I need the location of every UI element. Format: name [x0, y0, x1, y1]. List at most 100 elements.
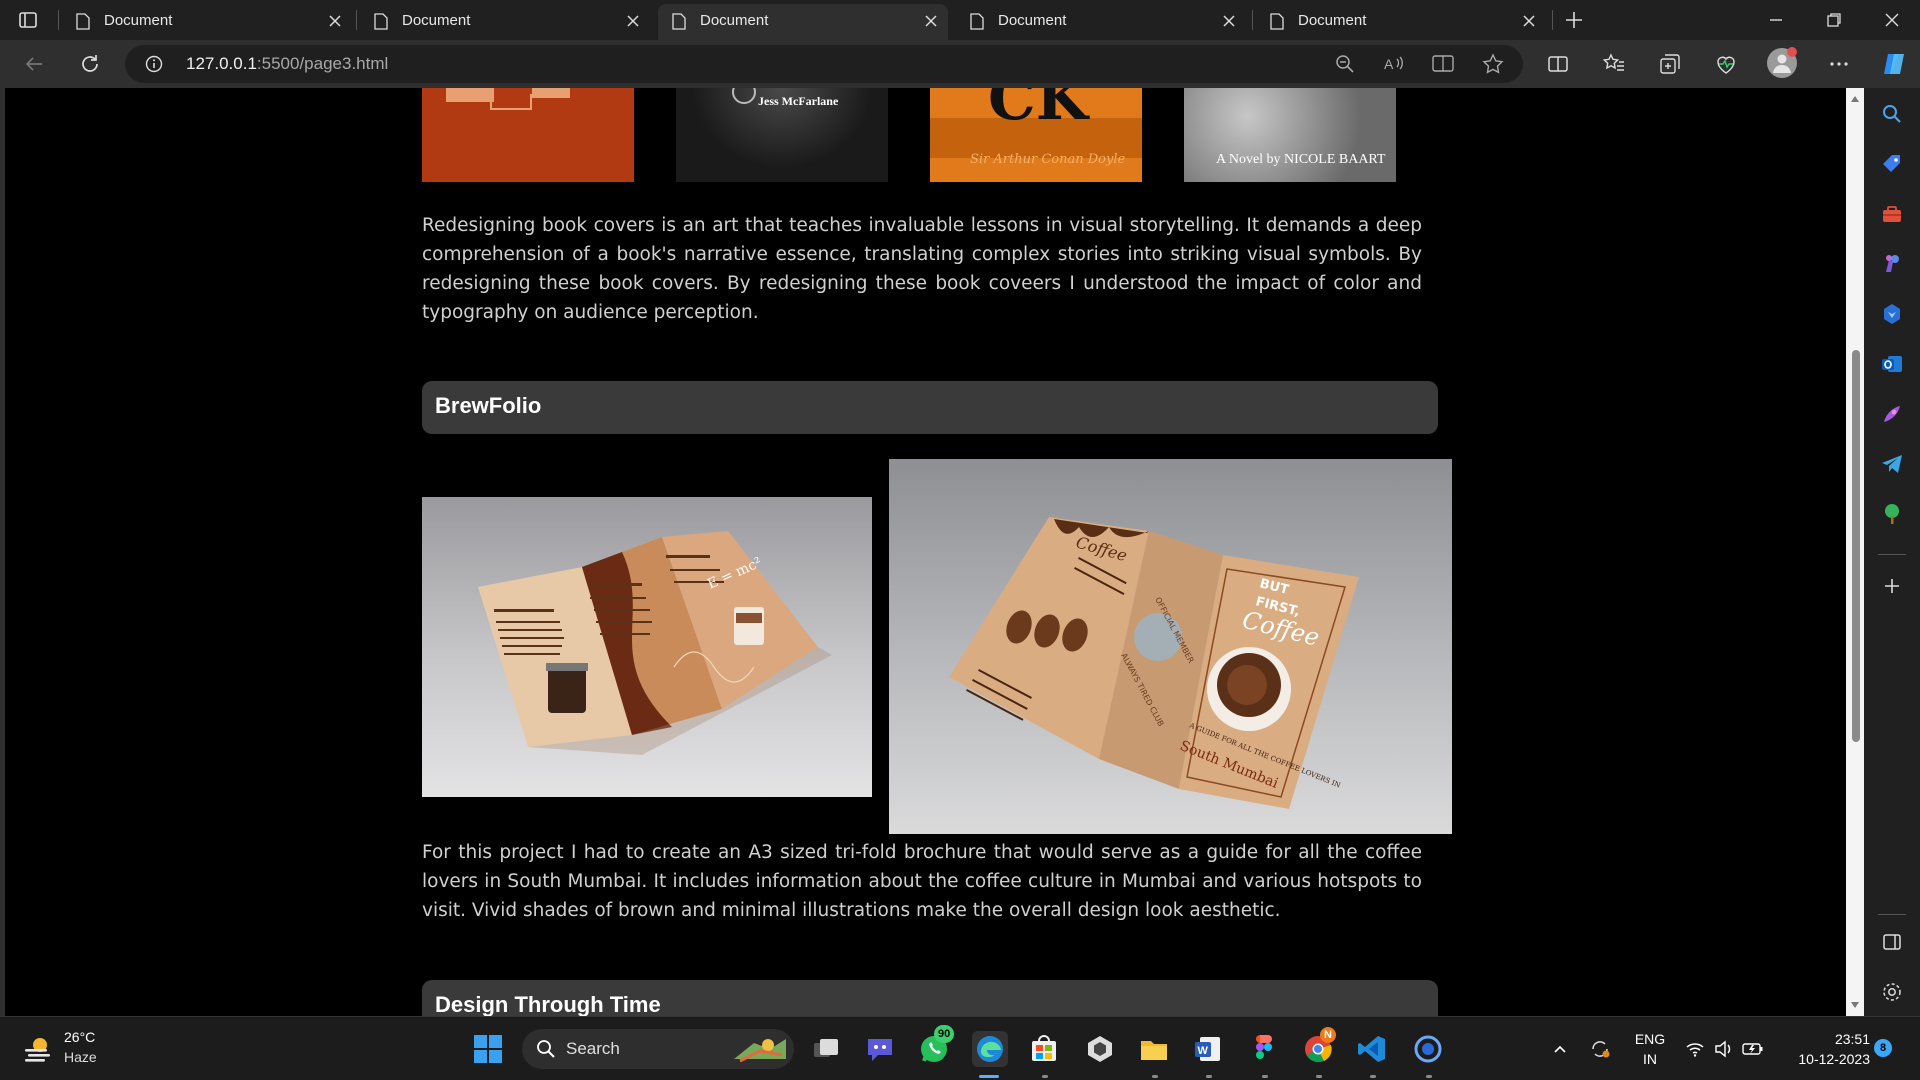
close-tab-icon[interactable]: [1222, 14, 1236, 28]
notification-dot: [1787, 47, 1797, 57]
microsoft-store-icon[interactable]: [1028, 1033, 1060, 1065]
page-scrollbar[interactable]: [1846, 88, 1864, 1016]
close-window-icon[interactable]: [1880, 8, 1904, 32]
clock-time[interactable]: 23:51: [1778, 1031, 1870, 1047]
windows-taskbar: 26°C Haze Search 90 W N ENG IN 23:51 10-…: [0, 1016, 1920, 1080]
tab-title: Document: [104, 12, 173, 29]
profile-avatar[interactable]: [1767, 47, 1797, 78]
search-icon: [537, 1040, 555, 1058]
copilot-sidebar-icon[interactable]: [1880, 302, 1904, 326]
telegram-icon[interactable]: [1880, 452, 1904, 476]
favorite-star-icon[interactable]: [1482, 53, 1504, 75]
close-tab-icon[interactable]: [1522, 14, 1536, 28]
windows-start-icon[interactable]: [472, 1033, 504, 1065]
address-bar[interactable]: 127.0.0.1:5500/page3.html A: [125, 45, 1523, 83]
show-hidden-icons-chevron-icon[interactable]: [1552, 1041, 1568, 1057]
shopping-tag-icon[interactable]: [1880, 152, 1904, 176]
browser-essentials-icon[interactable]: [1714, 52, 1738, 76]
task-view-icon[interactable]: [810, 1033, 842, 1065]
more-options-icon[interactable]: [1827, 52, 1851, 76]
page-viewport: Jess McFarlane CK Sir Arthur Conan Doyle…: [0, 88, 1864, 1016]
cover-graphic: [532, 88, 570, 98]
weather-widget[interactable]: 26°C Haze: [22, 1027, 142, 1071]
settings-gear-icon[interactable]: [1880, 980, 1904, 1004]
close-tab-icon[interactable]: [626, 14, 640, 28]
document-icon: [970, 13, 984, 30]
vscode-icon[interactable]: [1356, 1033, 1388, 1065]
scroll-down-arrow-icon[interactable]: [1850, 1000, 1860, 1010]
book-cover-1: [422, 88, 634, 182]
zoom-icon[interactable]: [1335, 54, 1355, 74]
close-tab-icon[interactable]: [328, 14, 342, 28]
section-heading-brewfolio: BrewFolio: [422, 381, 1438, 434]
svg-text:A: A: [1384, 56, 1394, 72]
book-cover-3: CK Sir Arthur Conan Doyle: [930, 88, 1142, 182]
unity-hub-icon[interactable]: [1084, 1033, 1116, 1065]
tab-title: Document: [1298, 12, 1367, 29]
tab-title: Document: [700, 12, 769, 29]
wifi-icon[interactable]: [1686, 1041, 1704, 1057]
minimize-icon[interactable]: [1764, 8, 1788, 32]
close-tab-icon[interactable]: [924, 14, 938, 28]
add-sidebar-app-icon[interactable]: [1880, 574, 1904, 598]
tab-actions-icon[interactable]: [16, 8, 40, 32]
volume-icon[interactable]: [1714, 1040, 1734, 1058]
running-indicator: [1206, 1075, 1212, 1078]
restore-icon[interactable]: [1822, 8, 1846, 32]
language-indicator[interactable]: ENG: [1630, 1031, 1670, 1047]
clock-date[interactable]: 10-12-2023: [1778, 1051, 1870, 1067]
tools-briefcase-icon[interactable]: [1880, 202, 1904, 226]
hide-sidebar-icon[interactable]: [1880, 930, 1904, 954]
cover-graphic: [490, 94, 532, 110]
back-icon[interactable]: [22, 52, 46, 76]
browser-tab[interactable]: Document: [360, 4, 650, 40]
region-indicator[interactable]: IN: [1630, 1051, 1670, 1067]
edge-app-active[interactable]: [972, 1031, 1008, 1067]
tab-strip: Document Document Document Document Docu…: [0, 0, 1920, 40]
browser-tab[interactable]: Document: [956, 4, 1246, 40]
split-screen-icon[interactable]: [1546, 52, 1570, 76]
cortana-icon[interactable]: [1412, 1033, 1444, 1065]
search-icon[interactable]: [1880, 102, 1904, 126]
taskbar-search[interactable]: Search: [522, 1029, 794, 1069]
search-label: Search: [566, 1039, 620, 1058]
figma-icon[interactable]: [1248, 1033, 1280, 1065]
refresh-icon[interactable]: [78, 52, 102, 76]
favorites-icon[interactable]: [1602, 52, 1626, 76]
collections-icon[interactable]: [1658, 52, 1682, 76]
read-aloud-icon[interactable]: A: [1383, 54, 1405, 74]
teams-chat-icon[interactable]: [864, 1033, 896, 1065]
sync-icon[interactable]: [1588, 1037, 1612, 1061]
book-cover-4: A Novel by NICOLE BAART: [1184, 88, 1396, 182]
browser-tab-active[interactable]: Document: [658, 4, 948, 40]
outlook-icon[interactable]: [1880, 352, 1904, 376]
designer-icon[interactable]: [1880, 402, 1904, 426]
running-indicator: [979, 1075, 999, 1078]
book-cover-2: Jess McFarlane: [676, 88, 888, 182]
word-icon[interactable]: W: [1192, 1033, 1224, 1065]
notification-count-badge[interactable]: 8: [1874, 1039, 1892, 1057]
copilot-icon[interactable]: [1880, 50, 1908, 78]
section-heading-design-through-time: Design Through Time: [422, 980, 1438, 1016]
scroll-up-arrow-icon[interactable]: [1850, 94, 1860, 104]
games-icon[interactable]: [1880, 252, 1904, 276]
book-covers-description: Redesigning book covers is an art that t…: [422, 215, 1422, 323]
svg-text:W: W: [1198, 1045, 1209, 1057]
file-explorer-icon[interactable]: [1138, 1033, 1170, 1065]
browser-tab[interactable]: Document: [1256, 4, 1546, 40]
tab-title: Document: [998, 12, 1067, 29]
site-info-icon[interactable]: [145, 55, 163, 73]
scrollbar-thumb[interactable]: [1852, 350, 1860, 742]
new-tab-icon[interactable]: [1562, 8, 1586, 32]
notification-badge: N: [1320, 1027, 1336, 1043]
document-icon: [672, 13, 686, 30]
edge-browser-icon: [977, 1036, 1003, 1062]
running-indicator: [1426, 1075, 1432, 1078]
browser-tab[interactable]: Document: [62, 4, 352, 40]
chrome-app[interactable]: N: [1302, 1027, 1336, 1065]
battery-charging-icon[interactable]: [1742, 1040, 1764, 1058]
whatsapp-app[interactable]: 90: [918, 1025, 955, 1065]
immersive-reader-icon[interactable]: [1432, 54, 1454, 74]
url-text[interactable]: 127.0.0.1:5500/page3.html: [186, 54, 388, 74]
tree-icon[interactable]: [1880, 502, 1904, 526]
